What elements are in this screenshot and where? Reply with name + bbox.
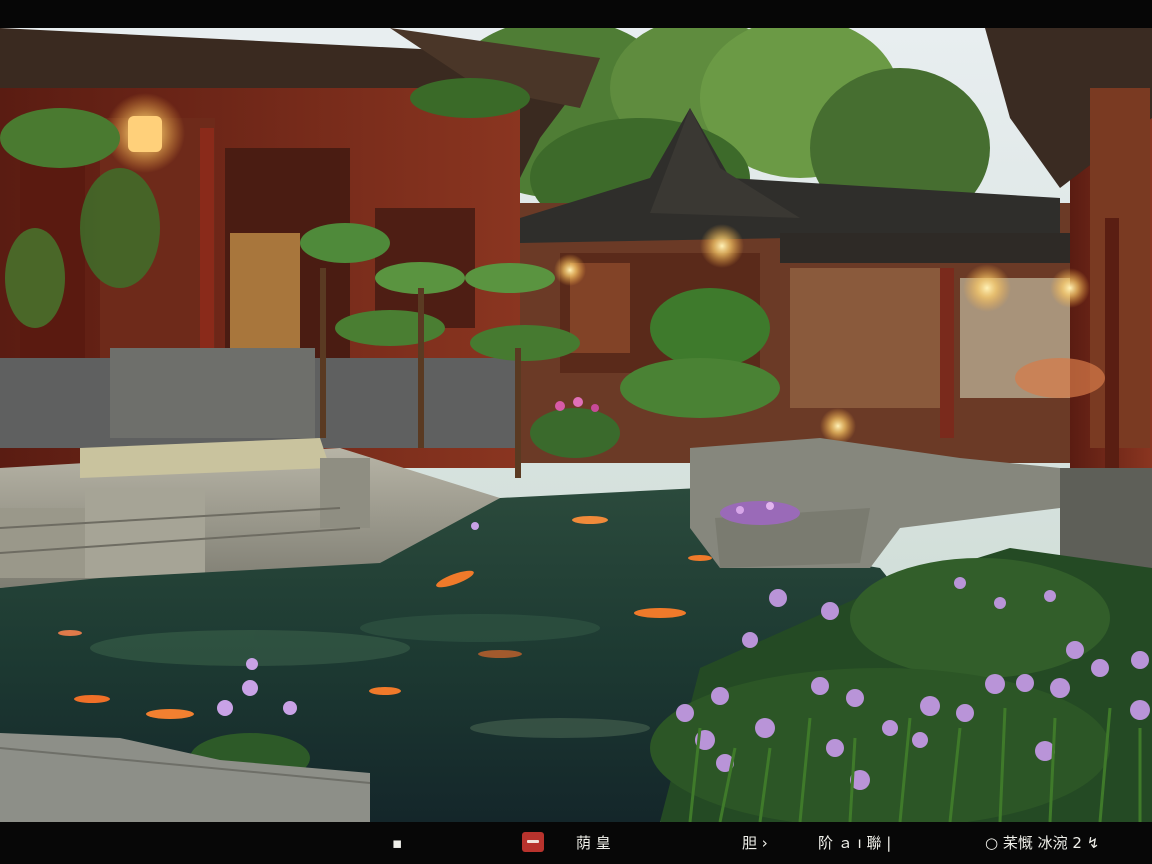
hud-item-5[interactable]: ○ 䒩慨 冰涴 2 ↯ <box>985 833 1099 853</box>
red-badge-icon[interactable] <box>522 832 544 852</box>
hud-item-2[interactable]: 荫 皇 <box>576 833 611 853</box>
hud-bar: ▪ 荫 皇 胆 › 阶 ａ ı 聯 | ○ 䒩慨 冰涴 2 ↯ <box>0 822 1152 864</box>
hud-item-4[interactable]: 阶 ａ ı 聯 | <box>818 833 891 853</box>
game-screen: ▪ 荫 皇 胆 › 阶 ａ ı 聯 | ○ 䒩慨 冰涴 2 ↯ <box>0 0 1152 864</box>
hud-item-1[interactable]: ▪ <box>392 833 402 853</box>
letterbox-top <box>0 0 1152 28</box>
courtyard-scene-art <box>0 28 1152 822</box>
scene-viewport[interactable] <box>0 28 1152 822</box>
hud-item-3[interactable]: 胆 › <box>742 833 768 853</box>
